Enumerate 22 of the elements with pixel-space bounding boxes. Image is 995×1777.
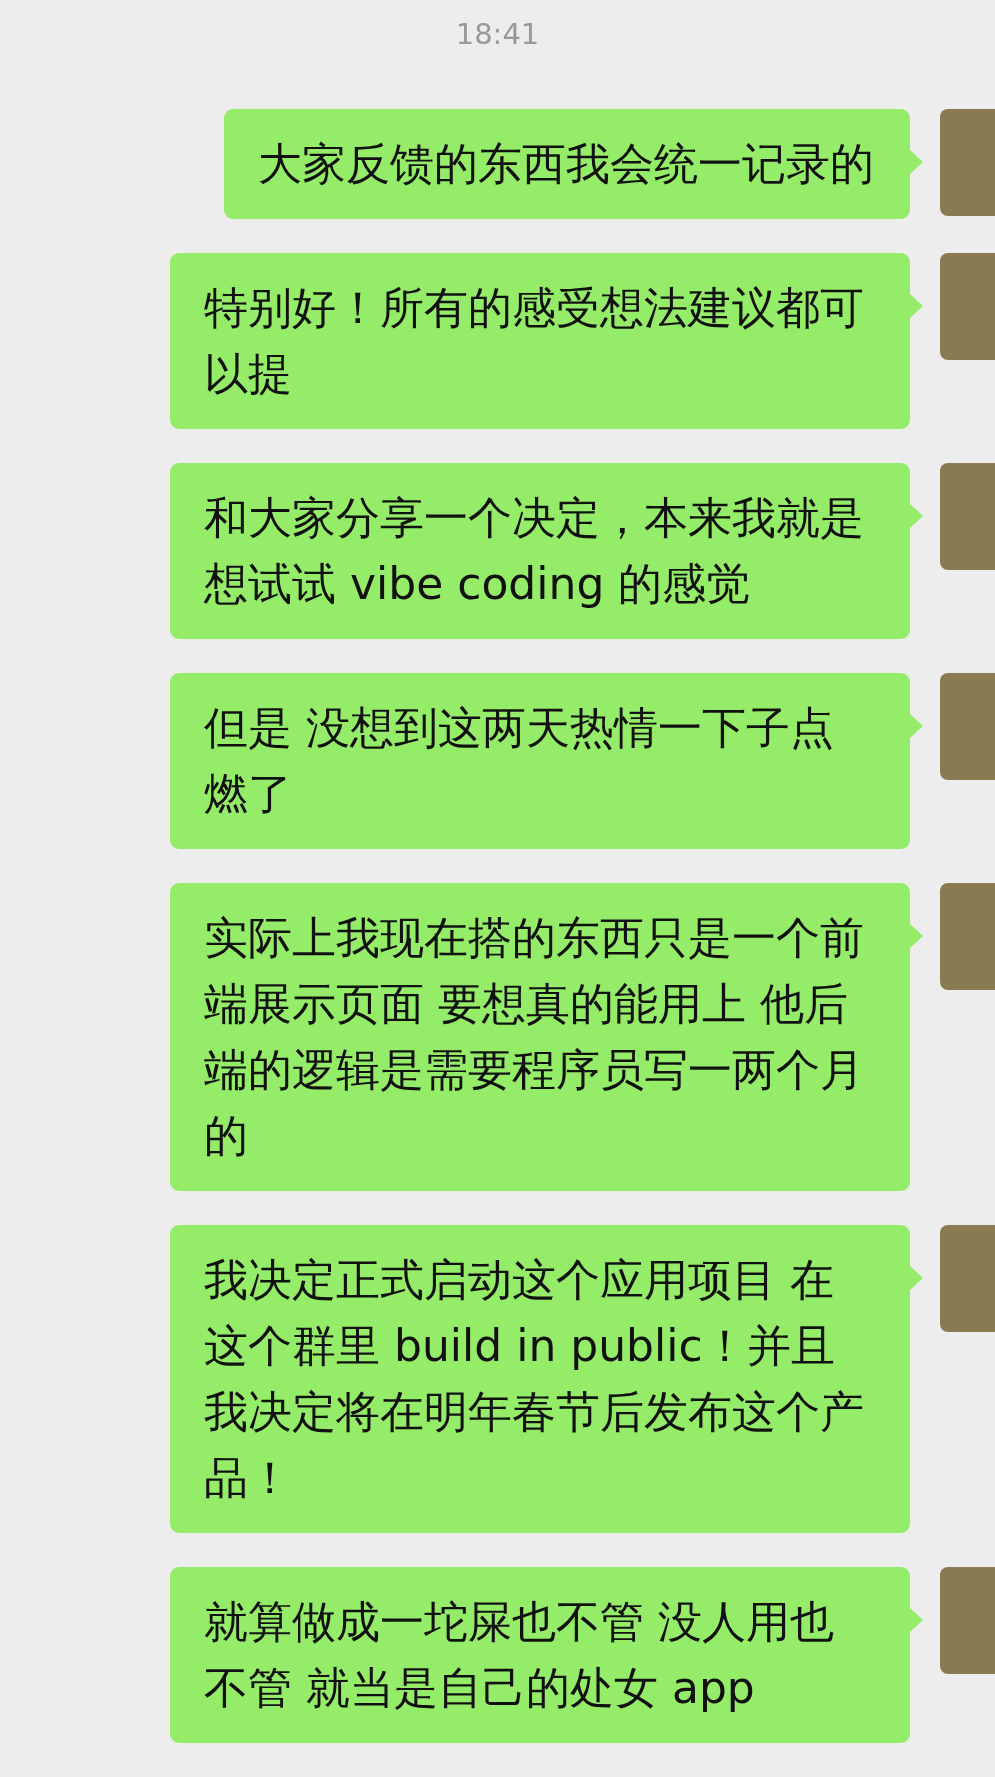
message-bubble: 实际上我现在搭的东西只是一个前端展示页面 要想真的能用上 他后端的逻辑是需要程序员写一两个月的 (170, 883, 910, 1191)
avatar-photo-placeholder[interactable] (940, 1567, 995, 1674)
bubble-tail (910, 713, 923, 739)
message-bubble: 我决定正式启动这个应用项目 在这个群里 build in public！并且我决定将在明年春节后发布这个产品！ (170, 1225, 910, 1533)
bubble-tail (910, 293, 923, 319)
timestamp: 18:41 (455, 16, 540, 53)
avatar-photo-placeholder[interactable] (940, 1225, 995, 1332)
bubble-tail (910, 503, 923, 529)
message-bubble: 和大家分享一个决定，本来我就是想试试 vibe coding 的感觉 (170, 463, 910, 639)
message-bubble: 特别好！所有的感受想法建议都可以提 (170, 253, 910, 429)
avatar-photo-placeholder[interactable] (940, 253, 995, 360)
message-bubble: 大家反馈的东西我会统一记录的 (224, 109, 910, 219)
avatar-photo-placeholder[interactable] (940, 883, 995, 990)
bubble-tail (910, 149, 923, 175)
bubble-tail (910, 923, 923, 949)
avatar-photo-placeholder[interactable] (940, 109, 995, 216)
message-bubble: 但是 没想到这两天热情一下子点燃了 (170, 673, 910, 849)
bubble-tail (910, 1265, 923, 1291)
message-bubble: 就算做成一坨屎也不管 没人用也不管 就当是自己的处女 app (170, 1567, 910, 1743)
avatar-photo-placeholder[interactable] (940, 463, 995, 570)
avatar-photo-placeholder[interactable] (940, 673, 995, 780)
bubble-tail (910, 1607, 923, 1633)
